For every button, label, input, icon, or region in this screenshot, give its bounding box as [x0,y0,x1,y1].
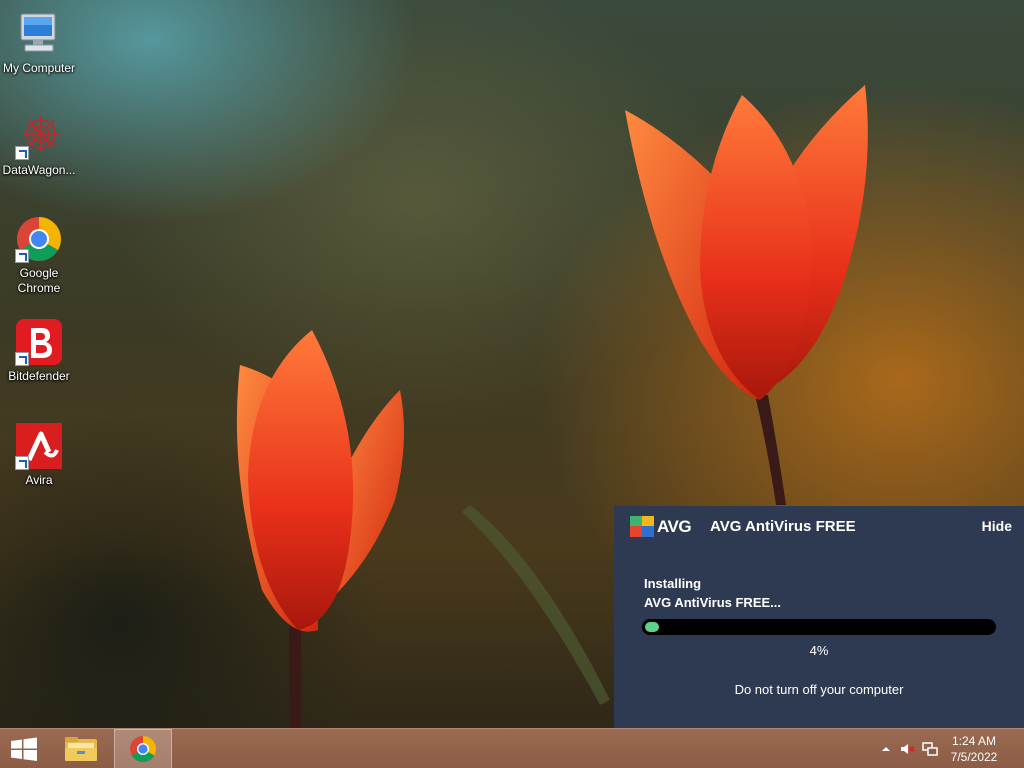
desktop-icon-avira[interactable]: Avira [0,422,78,488]
avg-logo-icon [630,516,654,537]
install-status-line1: Installing [644,576,702,591]
chrome-icon [130,735,157,763]
install-progress-fill [645,622,659,632]
bitdefender-icon [15,318,63,366]
chrome-taskbar-button[interactable] [114,729,172,768]
desktop-icon-bitdefender[interactable]: Bitdefender [0,318,78,384]
taskbar: 1:24 AM 7/5/2022 [0,728,1024,768]
desktop-icon-datawagon[interactable]: DataWagon... [0,112,78,178]
chrome-icon [15,215,63,263]
shortcut-arrow-icon [15,456,29,470]
speaker-muted-icon[interactable] [900,741,916,757]
install-status: Installing AVG AntiVirus FREE... [644,574,781,612]
avg-logo: AVG [630,514,694,540]
install-warning-text: Do not turn off your computer [734,682,904,697]
computer-icon [15,10,63,58]
shortcut-arrow-icon [15,146,29,160]
desktop-icon-label: My Computer [2,61,76,75]
hide-button[interactable]: Hide [982,518,1012,534]
desktop-icon-label: Avira [25,473,53,487]
install-progress-bar [642,619,996,635]
avg-logo-text: AVG [657,517,692,536]
shortcut-arrow-icon [15,249,29,263]
system-tray: 1:24 AM 7/5/2022 [864,729,1024,768]
clock[interactable]: 1:24 AM 7/5/2022 [944,733,1004,765]
avira-icon [15,422,63,470]
file-explorer-icon [65,737,97,761]
desktop-icon-label: Bitdefender [8,369,70,383]
datawagon-icon [15,112,63,160]
show-hidden-icons-icon[interactable] [878,741,894,757]
windows-logo-icon [11,737,37,761]
clock-time: 1:24 AM [951,734,997,748]
start-button[interactable] [0,729,48,768]
avg-title: AVG AntiVirus FREE [710,518,856,535]
clock-date: 7/5/2022 [950,750,998,764]
desktop-icon-google-chrome[interactable]: Google Chrome [0,215,78,296]
shortcut-arrow-icon [15,352,29,366]
avg-install-notification: AVG AVG AntiVirus FREE Hide Installing A… [614,506,1024,728]
desktop-icon-label: Google Chrome [17,266,61,295]
install-status-line2: AVG AntiVirus FREE... [644,595,782,610]
install-progress-percent: 4% [809,643,829,658]
desktop-icon-label: DataWagon... [2,163,76,177]
desktop-icon-my-computer[interactable]: My Computer [0,10,78,76]
network-icon[interactable] [922,741,938,757]
file-explorer-taskbar-button[interactable] [56,729,106,768]
